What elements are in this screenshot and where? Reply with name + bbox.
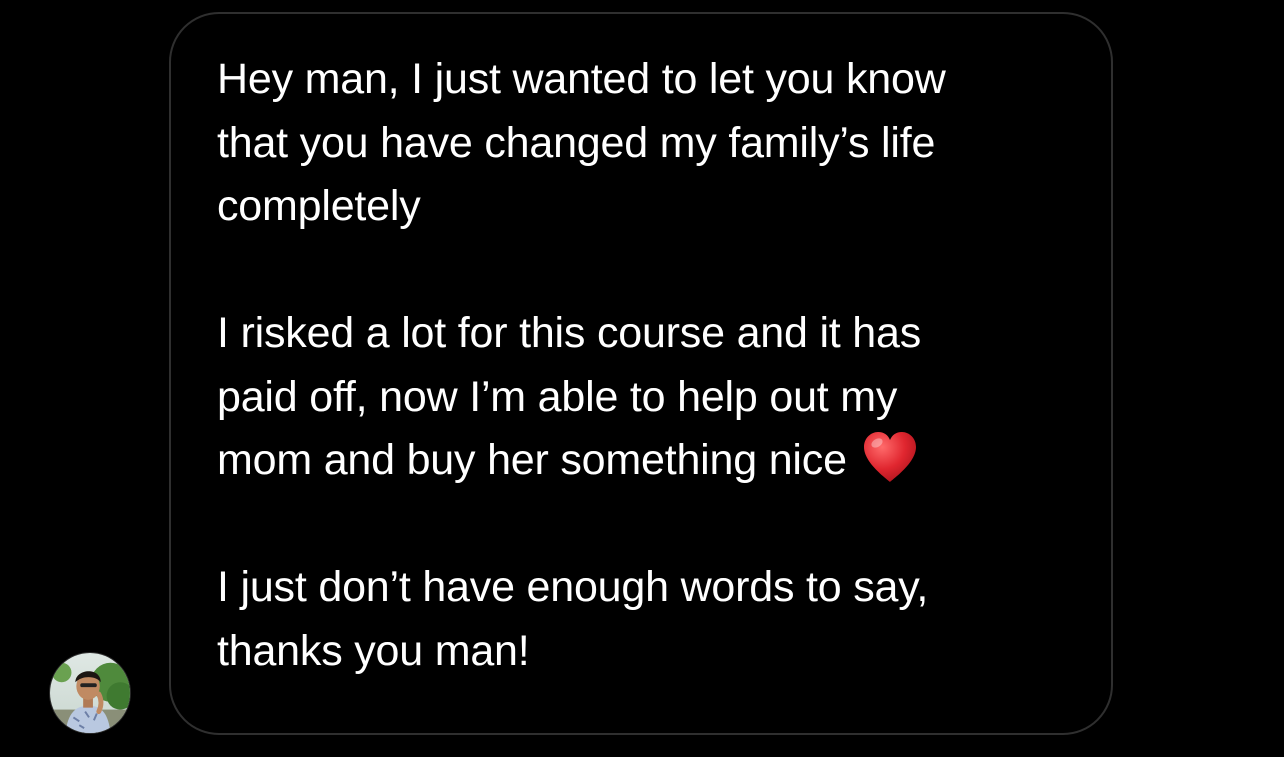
avatar[interactable] (49, 652, 131, 734)
message-line: that you have changed my family’s life (217, 118, 936, 167)
message-line: completely (217, 182, 421, 230)
chat-screen: Hey man, I just wanted to let you know t… (0, 0, 1284, 757)
profile-photo-icon (50, 653, 130, 733)
message-line: thanks you man! (217, 626, 530, 675)
message-line: I risked a lot for this course and it ha… (217, 309, 922, 357)
message-line: Hey man, I just wanted to let you know (217, 55, 946, 103)
message-paragraph: I risked a lot for this course and it ha… (217, 302, 1077, 493)
message-line: I just don’t have enough words to say, (217, 563, 929, 611)
message-text: Hey man, I just wanted to let you know t… (217, 48, 1077, 683)
message-line: mom and buy her something nice (217, 429, 1077, 493)
message-line-text: mom and buy her something nice (217, 436, 847, 484)
red-heart-icon (861, 430, 919, 484)
message-paragraph: Hey man, I just wanted to let you know t… (217, 48, 1077, 239)
message-line: paid off, now I’m able to help out my (217, 372, 898, 421)
message-paragraph: I just don’t have enough words to say, t… (217, 556, 1077, 683)
